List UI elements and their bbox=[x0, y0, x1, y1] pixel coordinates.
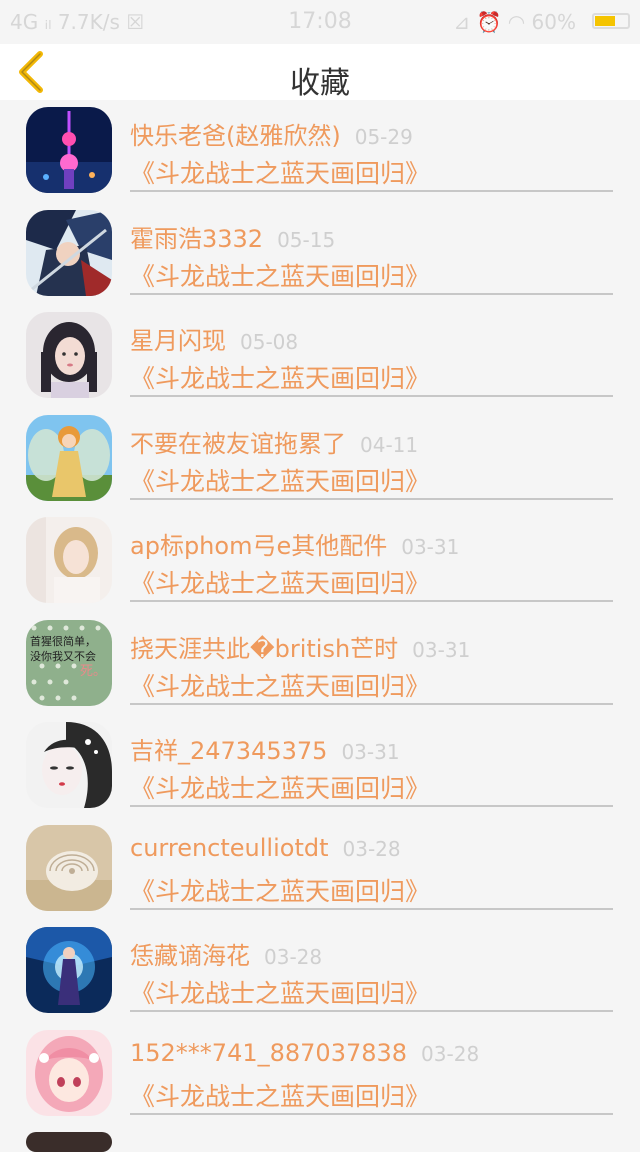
item-name[interactable]: 快乐老爸(赵雅欣然) 05-29 bbox=[130, 116, 413, 151]
divider bbox=[130, 805, 613, 807]
divider bbox=[130, 292, 613, 295]
blue-hero-avatar bbox=[26, 927, 112, 1013]
avatar[interactable] bbox=[26, 722, 112, 808]
item-date: 03-31 bbox=[401, 535, 460, 559]
item-title[interactable]: 《斗龙战士之蓝天画回归》 bbox=[130, 564, 430, 600]
list-item[interactable]: 152***741_887037838 03-28 《斗龙战士之蓝天画回归》 bbox=[0, 1023, 640, 1126]
partial-avatar bbox=[26, 1132, 112, 1152]
avatar[interactable] bbox=[26, 209, 112, 296]
pink-anime-avatar bbox=[26, 1029, 112, 1116]
item-title[interactable]: 《斗龙战士之蓝天画回归》 bbox=[130, 462, 430, 498]
item-title[interactable]: 《斗龙战士之蓝天画回归》 bbox=[130, 1077, 430, 1113]
item-title[interactable]: 《斗龙战士之蓝天画回归》 bbox=[130, 872, 430, 908]
anime-warrior-avatar bbox=[26, 209, 112, 296]
item-name[interactable]: 挠天涯共此�british芒时 03-31 bbox=[130, 629, 470, 664]
item-name[interactable]: 152***741_887037838 03-28 bbox=[130, 1039, 479, 1067]
avatar[interactable] bbox=[26, 414, 112, 501]
girl-portrait-avatar bbox=[26, 312, 112, 398]
list-item[interactable]: currencteulliotdt 03-28 《斗龙战士之蓝天画回归》 bbox=[0, 818, 640, 921]
item-name[interactable]: 恁藏谪海花 03-28 bbox=[130, 936, 322, 971]
tower-night-avatar bbox=[26, 107, 112, 193]
divider bbox=[130, 1010, 613, 1012]
item-name[interactable]: 星月闪现 05-08 bbox=[130, 321, 298, 356]
item-name[interactable]: ap标phom弓e其他配件 03-31 bbox=[130, 526, 459, 561]
status-icons: ⊿ ⏰ ◠ 60% bbox=[453, 10, 576, 34]
avatar[interactable] bbox=[26, 312, 112, 398]
avatar[interactable] bbox=[26, 1029, 112, 1116]
blonde-girl-avatar bbox=[26, 517, 112, 603]
item-title[interactable]: 《斗龙战士之蓝天画回归》 bbox=[130, 359, 430, 395]
divider bbox=[130, 1112, 613, 1115]
list-item[interactable]: 恁藏谪海花 03-28 《斗龙战士之蓝天画回归》 bbox=[0, 920, 640, 1023]
list-item[interactable]: 吉祥_247345375 03-31 《斗龙战士之蓝天画回归》 bbox=[0, 715, 640, 818]
nav-bar: 收藏 bbox=[0, 44, 640, 101]
item-date: 05-15 bbox=[277, 227, 336, 252]
divider bbox=[130, 702, 613, 705]
item-date: 04-11 bbox=[360, 432, 419, 457]
favorites-list: 快乐老爸(赵雅欣然) 05-29 《斗龙战士之蓝天画回归》 霍雨浩3332 05-1… bbox=[0, 100, 640, 1125]
avatar[interactable] bbox=[26, 824, 112, 911]
avatar[interactable] bbox=[26, 927, 112, 1013]
item-date: 03-28 bbox=[264, 945, 323, 969]
item-name[interactable]: 吉祥_247345375 03-31 bbox=[130, 731, 400, 766]
ink-portrait-avatar bbox=[26, 722, 112, 808]
item-name[interactable]: currencteulliotdt 03-28 bbox=[130, 834, 401, 862]
item-date: 03-28 bbox=[421, 1041, 480, 1066]
item-title[interactable]: 《斗龙战士之蓝天画回归》 bbox=[130, 769, 430, 805]
battery-level bbox=[595, 16, 616, 26]
status-bar: 4G ᵢₗ 7.7K/s ☒ 17:08 ⊿ ⏰ ◠ 60% bbox=[0, 0, 640, 44]
list-item[interactable]: 不要在被友谊拖累了 04-11 《斗龙战士之蓝天画回归》 bbox=[0, 408, 640, 511]
avatar-text: 首猩很简单， 没你我又不会 死。 bbox=[30, 634, 107, 679]
seashell-avatar bbox=[26, 824, 112, 911]
item-name[interactable]: 霍雨浩3332 05-15 bbox=[130, 219, 335, 254]
avatar[interactable] bbox=[26, 107, 112, 193]
item-title[interactable]: 《斗龙战士之蓝天画回归》 bbox=[130, 154, 430, 190]
list-item[interactable]: ap标phom弓e其他配件 03-31 《斗龙战士之蓝天画回归》 bbox=[0, 510, 640, 613]
item-name[interactable]: 不要在被友谊拖累了 04-11 bbox=[130, 424, 418, 459]
list-item[interactable]: 首猩很简单， 没你我又不会 死。 挠天涯共此�british芒时 03-31 《斗… bbox=[0, 613, 640, 716]
item-date: 03-28 bbox=[342, 836, 401, 861]
fairy-avatar bbox=[26, 414, 112, 501]
divider bbox=[130, 907, 613, 910]
item-date: 03-31 bbox=[412, 637, 471, 662]
item-title[interactable]: 《斗龙战士之蓝天画回归》 bbox=[130, 974, 430, 1010]
avatar[interactable]: 首猩很简单， 没你我又不会 死。 bbox=[26, 619, 112, 706]
divider bbox=[130, 395, 613, 397]
item-date: 03-31 bbox=[341, 740, 400, 764]
list-item[interactable]: 霍雨浩3332 05-15 《斗龙战士之蓝天画回归》 bbox=[0, 203, 640, 306]
item-title[interactable]: 《斗龙战士之蓝天画回归》 bbox=[130, 257, 430, 293]
avatar[interactable] bbox=[26, 517, 112, 603]
item-date: 05-08 bbox=[240, 330, 299, 354]
list-item[interactable]: 星月闪现 05-08 《斗龙战士之蓝天画回归》 bbox=[0, 305, 640, 408]
list-item[interactable]: 快乐老爸(赵雅欣然) 05-29 《斗龙战士之蓝天画回归》 bbox=[0, 100, 640, 203]
divider bbox=[130, 497, 613, 500]
divider bbox=[130, 190, 613, 192]
item-title[interactable]: 《斗龙战士之蓝天画回归》 bbox=[130, 667, 430, 703]
battery-icon bbox=[592, 13, 630, 29]
divider bbox=[130, 600, 613, 602]
item-date: 05-29 bbox=[354, 125, 413, 149]
page-title: 收藏 bbox=[290, 66, 350, 101]
